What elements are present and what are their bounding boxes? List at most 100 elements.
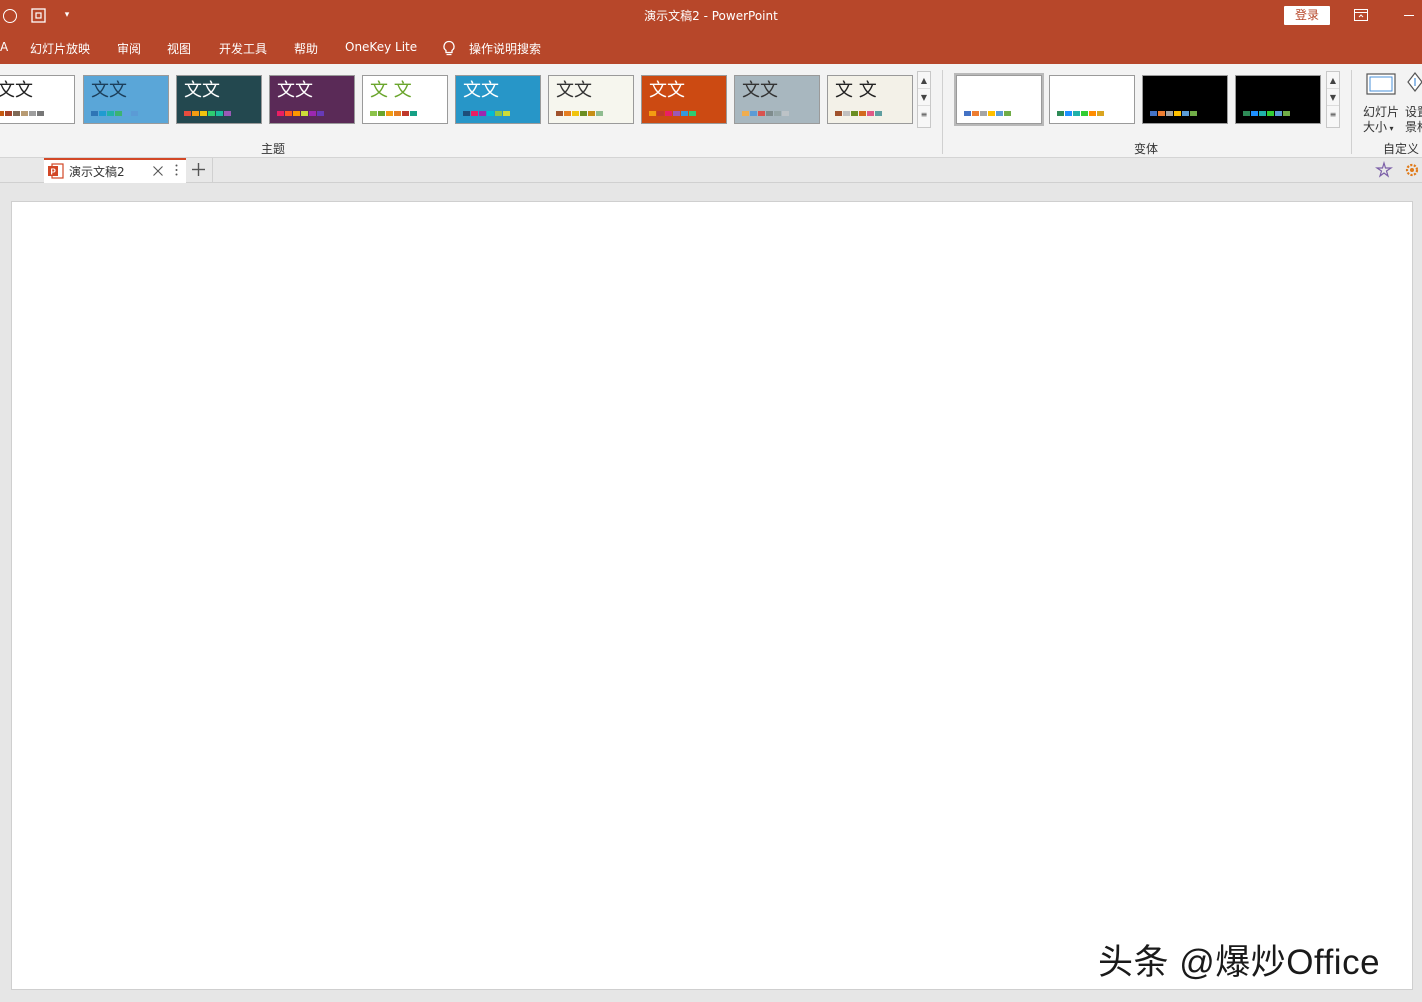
color-swatch xyxy=(596,111,603,116)
color-swatch xyxy=(996,111,1003,116)
color-swatch xyxy=(301,111,308,116)
slide-size-dropdown[interactable]: 大小 ▾ xyxy=(1363,120,1394,136)
theme-thumbnail[interactable]: 文文 xyxy=(269,75,355,124)
theme-color-swatches xyxy=(835,111,882,116)
ribbon-display-options-icon[interactable] xyxy=(1354,9,1368,21)
variant-thumbnail[interactable] xyxy=(1235,75,1321,124)
close-icon[interactable] xyxy=(153,166,163,176)
theme-sample-text: 文 文 xyxy=(370,80,412,101)
variant-color-swatches xyxy=(964,111,1011,116)
login-button[interactable]: 登录 xyxy=(1284,6,1330,25)
variants-group-label: 变体 xyxy=(1134,142,1159,156)
variants-gallery-scroll[interactable]: ▲ ▼ ≡ xyxy=(1326,71,1340,128)
document-tab[interactable]: P 演示文稿2 xyxy=(44,158,186,183)
theme-sample-text: 文文 xyxy=(742,80,778,101)
color-swatch xyxy=(1283,111,1290,116)
color-swatch xyxy=(309,111,316,116)
format-background-icon[interactable] xyxy=(1406,70,1422,98)
ribbon-design: 文文 文文 文文 文文 文 文 文文 文文 文文 文文 文 文 ▲ ▼ ≡ 主题 ▲ ▼ ≡ 变体… xyxy=(0,64,1422,158)
color-swatch xyxy=(851,111,858,116)
scroll-down-icon[interactable]: ▼ xyxy=(918,89,930,106)
color-swatch xyxy=(859,111,866,116)
format-bg-label-2[interactable]: 景格 xyxy=(1405,120,1422,135)
theme-thumbnail[interactable]: 文文 xyxy=(548,75,634,124)
theme-color-swatches xyxy=(91,111,138,116)
color-swatch xyxy=(1065,111,1072,116)
color-swatch xyxy=(317,111,324,116)
theme-thumbnail[interactable]: 文文 xyxy=(641,75,727,124)
color-swatch xyxy=(782,111,789,116)
color-swatch xyxy=(681,111,688,116)
gallery-more-icon[interactable]: ≡ xyxy=(1327,106,1339,123)
tab-partial[interactable]: A xyxy=(0,40,8,54)
theme-thumbnail[interactable]: 文文 xyxy=(455,75,541,124)
variant-thumbnail[interactable] xyxy=(1142,75,1228,124)
slide-size-label-2: 大小 xyxy=(1363,120,1388,134)
more-options-icon[interactable] xyxy=(175,164,178,176)
gear-icon[interactable] xyxy=(1404,161,1420,179)
color-swatch xyxy=(1158,111,1165,116)
color-swatch xyxy=(277,111,284,116)
color-swatch xyxy=(1251,111,1258,116)
powerpoint-file-icon: P xyxy=(48,163,64,179)
color-swatch xyxy=(107,111,114,116)
variant-color-swatches xyxy=(1243,111,1290,116)
color-swatch xyxy=(131,111,138,116)
slide-size-icon[interactable] xyxy=(1365,70,1397,98)
tab-review[interactable]: 审阅 xyxy=(117,40,141,57)
window-title: 演示文稿2 - PowerPoint xyxy=(644,9,778,23)
magic-wand-icon[interactable] xyxy=(1375,161,1393,179)
theme-thumbnail[interactable]: 文文 xyxy=(0,75,75,124)
theme-thumbnail[interactable]: 文 文 xyxy=(827,75,913,124)
document-tab-label: 演示文稿2 xyxy=(69,165,125,179)
theme-sample-text: 文文 xyxy=(0,80,33,101)
theme-thumbnail[interactable]: 文文 xyxy=(176,75,262,124)
slide-canvas[interactable] xyxy=(11,201,1413,990)
color-swatch xyxy=(224,111,231,116)
format-bg-label[interactable]: 设置 xyxy=(1405,105,1422,120)
color-swatch xyxy=(766,111,773,116)
color-swatch xyxy=(1081,111,1088,116)
gallery-more-icon[interactable]: ≡ xyxy=(918,106,930,123)
color-swatch xyxy=(192,111,199,116)
color-swatch xyxy=(471,111,478,116)
lightbulb-icon xyxy=(443,40,455,56)
scroll-down-icon[interactable]: ▼ xyxy=(1327,89,1339,106)
theme-color-swatches xyxy=(0,111,44,116)
theme-thumbnail[interactable]: 文 文 xyxy=(362,75,448,124)
color-swatch xyxy=(123,111,130,116)
color-swatch xyxy=(200,111,207,116)
color-swatch xyxy=(91,111,98,116)
color-swatch xyxy=(875,111,882,116)
variant-thumbnail[interactable] xyxy=(1049,75,1135,124)
color-swatch xyxy=(463,111,470,116)
color-swatch xyxy=(835,111,842,116)
color-swatch xyxy=(758,111,765,116)
scroll-up-icon[interactable]: ▲ xyxy=(918,72,930,89)
color-swatch xyxy=(37,111,44,116)
color-swatch xyxy=(1174,111,1181,116)
tab-help[interactable]: 帮助 xyxy=(294,40,318,57)
tab-slideshow[interactable]: 幻灯片放映 xyxy=(30,40,90,57)
slide-size-label[interactable]: 幻灯片 xyxy=(1363,105,1399,120)
tab-developer[interactable]: 开发工具 xyxy=(219,40,267,57)
scroll-up-icon[interactable]: ▲ xyxy=(1327,72,1339,89)
theme-thumbnail[interactable]: 文文 xyxy=(83,75,169,124)
themes-gallery-scroll[interactable]: ▲ ▼ ≡ xyxy=(917,71,931,128)
variant-thumbnail[interactable] xyxy=(954,73,1044,126)
color-swatch xyxy=(742,111,749,116)
color-swatch xyxy=(843,111,850,116)
color-swatch xyxy=(99,111,106,116)
group-separator xyxy=(1351,70,1352,154)
color-swatch xyxy=(410,111,417,116)
new-tab-icon[interactable] xyxy=(192,163,205,176)
tab-onekey[interactable]: OneKey Lite xyxy=(345,40,417,54)
tell-me-search[interactable]: 操作说明搜索 xyxy=(469,40,541,57)
color-swatch xyxy=(495,111,502,116)
theme-thumbnail[interactable]: 文文 xyxy=(734,75,820,124)
color-swatch xyxy=(1004,111,1011,116)
color-swatch xyxy=(649,111,656,116)
variant-color-swatches xyxy=(1057,111,1104,116)
minimize-icon[interactable] xyxy=(1404,15,1414,16)
tab-view[interactable]: 视图 xyxy=(167,40,191,57)
